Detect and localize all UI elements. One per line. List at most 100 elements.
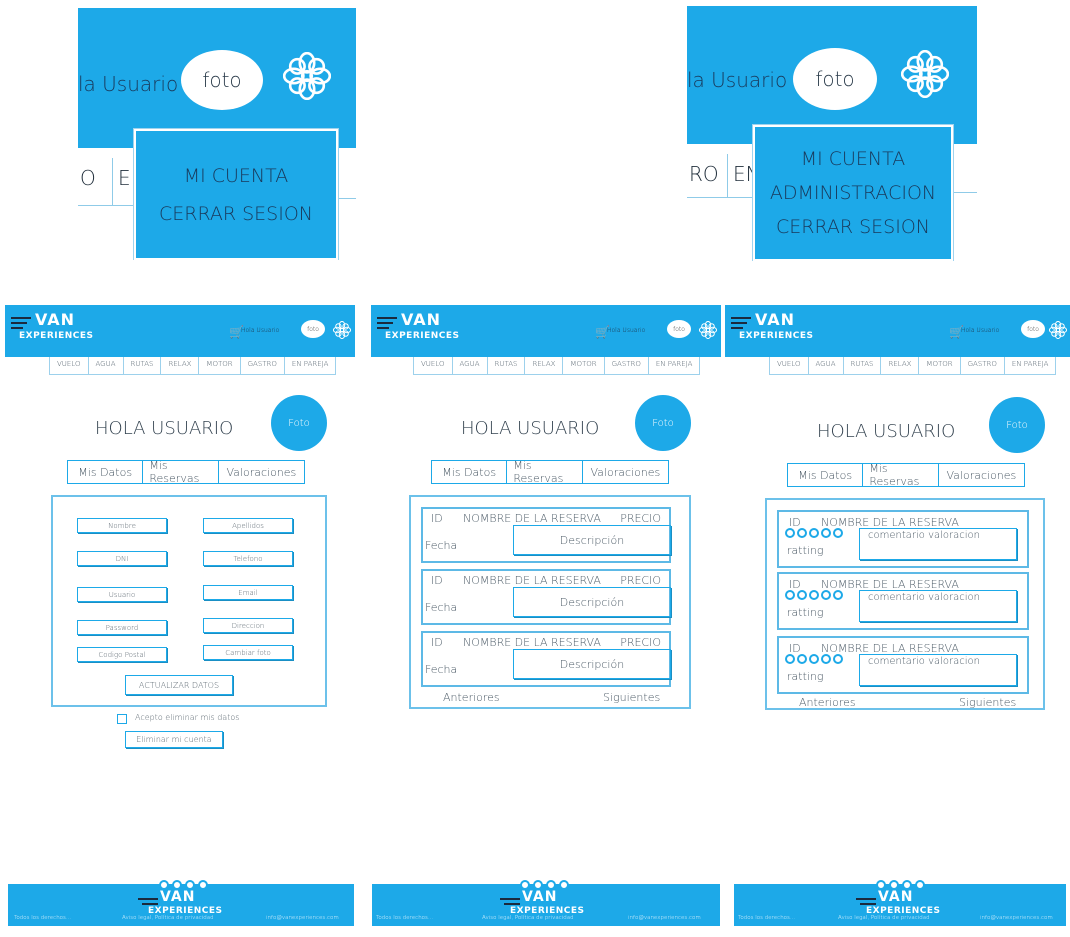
apellidos-field[interactable]: Apellidos <box>203 518 293 533</box>
nav-underline <box>949 192 977 193</box>
nav-item-fragment[interactable]: O <box>80 166 96 190</box>
reserva-card[interactable]: ID NOMBRE DE LA RESERVA PRECIO Fecha Des… <box>421 507 671 563</box>
direccion-field[interactable]: Direccion <box>203 618 293 633</box>
telefono-field[interactable]: Telefono <box>203 551 293 566</box>
comment-field[interactable]: comentario valoracion <box>859 590 1017 622</box>
comment-field[interactable]: comentario valoracion <box>859 654 1017 686</box>
logo[interactable]: VAN EXPERIENCES <box>731 310 841 347</box>
nav-item-relax[interactable]: RELAX <box>525 357 564 374</box>
tab-mis-datos[interactable]: Mis Datos <box>788 464 864 486</box>
avatar[interactable]: foto <box>667 320 691 338</box>
greeting-text: la Usuario <box>687 68 788 92</box>
tab-mis-reservas[interactable]: Mis Reservas <box>507 459 583 485</box>
nav-divider <box>112 158 113 206</box>
tab-valoraciones[interactable]: Valoraciones <box>219 461 304 483</box>
nav-item-relax[interactable]: RELAX <box>881 357 920 374</box>
profile-photo[interactable]: Foto <box>989 397 1045 453</box>
valoracion-card[interactable]: ID NOMBRE DE LA RESERVA ratting comentar… <box>777 510 1029 568</box>
logo-stripe <box>377 327 389 329</box>
footer-legal-link[interactable]: Aviso legal, Política de privacidad <box>838 915 930 921</box>
menu-item-mi-cuenta[interactable]: MI CUENTA <box>801 143 906 175</box>
nav-item-en-pareja[interactable]: EN PAREJA <box>285 357 337 374</box>
next-link[interactable]: Siguientes <box>603 691 660 704</box>
codigo-postal-field[interactable]: Codigo Postal <box>77 647 167 662</box>
user-dropdown-menu: MI CUENTA CERRAR SESION <box>134 129 338 260</box>
nav-item-en-pareja[interactable]: EN PAREJA <box>649 357 701 374</box>
flower-icon[interactable] <box>283 52 331 100</box>
nav-item-motor[interactable]: MOTOR <box>919 357 961 374</box>
logo[interactable]: VAN EXPERIENCES <box>11 310 121 347</box>
nav-item-rutas[interactable]: RUTAS <box>124 357 162 374</box>
comment-field[interactable]: comentario valoracion <box>859 528 1017 560</box>
avatar[interactable]: foto <box>181 50 263 110</box>
flower-icon[interactable] <box>333 321 351 339</box>
actualizar-datos-button[interactable]: ACTUALIZAR DATOS <box>125 675 233 695</box>
tab-valoraciones[interactable]: Valoraciones <box>583 461 668 483</box>
nav-item-en-pareja[interactable]: EN PAREJA <box>1005 357 1057 374</box>
footer-legal-link[interactable]: Aviso legal, Política de privacidad <box>122 915 214 921</box>
prev-link[interactable]: Anteriores <box>799 696 856 709</box>
valoracion-card[interactable]: ID NOMBRE DE LA RESERVA ratting comentar… <box>777 636 1029 694</box>
avatar[interactable]: foto <box>301 320 325 338</box>
nav-item-vuelo[interactable]: VUELO <box>769 357 809 374</box>
nav-item-vuelo[interactable]: VUELO <box>49 357 89 374</box>
footer-email-link[interactable]: info@vanexperiences.com <box>628 915 701 921</box>
site-footer: VAN EXPERIENCES Todos los derechos... Av… <box>734 880 1066 926</box>
rating-circles[interactable] <box>785 654 843 664</box>
menu-item-administracion[interactable]: ADMINISTRACION <box>770 177 936 209</box>
eliminar-cuenta-button[interactable]: Eliminar mi cuenta <box>125 731 223 748</box>
tab-mis-datos[interactable]: Mis Datos <box>432 461 508 483</box>
nav-item-agua[interactable]: AGUA <box>453 357 488 374</box>
nav-item-gastro[interactable]: GASTRO <box>241 357 285 374</box>
menu-item-cerrar-sesion[interactable]: CERRAR SESION <box>159 198 313 230</box>
tab-mis-datos[interactable]: Mis Datos <box>68 461 144 483</box>
rating-circles[interactable] <box>785 590 843 600</box>
dni-field[interactable]: DNI <box>77 551 167 566</box>
footer-legal-link[interactable]: Aviso legal, Política de privacidad <box>482 915 574 921</box>
valoracion-card[interactable]: ID NOMBRE DE LA RESERVA ratting comentar… <box>777 572 1029 630</box>
flower-icon[interactable] <box>1049 321 1067 339</box>
nav-item-fragment[interactable]: RO <box>689 162 719 186</box>
nav-item-vuelo[interactable]: VUELO <box>413 357 453 374</box>
footer-rights: Todos los derechos... <box>14 915 72 921</box>
rating-circles[interactable] <box>785 528 843 538</box>
prev-link[interactable]: Anteriores <box>443 691 500 704</box>
next-link[interactable]: Siguientes <box>959 696 1016 709</box>
nav-item-rutas[interactable]: RUTAS <box>844 357 882 374</box>
cambiar-foto-button[interactable]: Cambiar foto <box>203 645 293 660</box>
usuario-field[interactable]: Usuario <box>77 587 167 602</box>
profile-photo[interactable]: Foto <box>635 395 691 451</box>
footer-email-link[interactable]: info@vanexperiences.com <box>980 915 1053 921</box>
reserva-id: ID <box>431 574 443 587</box>
nav-item-motor[interactable]: MOTOR <box>563 357 605 374</box>
email-field[interactable]: Email <box>203 585 293 600</box>
nav-item-motor[interactable]: MOTOR <box>199 357 241 374</box>
flower-icon[interactable] <box>699 321 717 339</box>
password-field[interactable]: Password <box>77 620 167 635</box>
reserva-card[interactable]: ID NOMBRE DE LA RESERVA PRECIO Fecha Des… <box>421 569 671 625</box>
menu-item-cerrar-sesion[interactable]: CERRAR SESION <box>776 211 930 243</box>
logo-experiences: EXPERIENCES <box>19 331 94 341</box>
tab-mis-reservas[interactable]: Mis Reservas <box>143 459 219 485</box>
footer-logo-van: VAN <box>522 889 558 905</box>
profile-photo[interactable]: Foto <box>271 395 327 451</box>
nav-item-rutas[interactable]: RUTAS <box>488 357 526 374</box>
nombre-field[interactable]: Nombre <box>77 518 167 533</box>
avatar[interactable]: foto <box>793 48 877 110</box>
nav-item-gastro[interactable]: GASTRO <box>605 357 649 374</box>
accept-delete-checkbox[interactable] <box>117 714 127 724</box>
footer-email-link[interactable]: info@vanexperiences.com <box>266 915 339 921</box>
nav-item-relax[interactable]: RELAX <box>161 357 200 374</box>
menu-item-mi-cuenta[interactable]: MI CUENTA <box>184 160 289 192</box>
avatar[interactable]: foto <box>1021 320 1045 338</box>
nav-item-gastro[interactable]: GASTRO <box>961 357 1005 374</box>
nav-item-agua[interactable]: AGUA <box>89 357 124 374</box>
nav-item-agua[interactable]: AGUA <box>809 357 844 374</box>
tab-valoraciones[interactable]: Valoraciones <box>939 464 1024 486</box>
reserva-card[interactable]: ID NOMBRE DE LA RESERVA PRECIO Fecha Des… <box>421 631 671 687</box>
logo[interactable]: VAN EXPERIENCES <box>377 310 487 347</box>
flower-icon[interactable] <box>901 50 949 98</box>
datos-panel: Nombre Apellidos DNI Telefono Usuario Em… <box>51 495 327 707</box>
tab-mis-reservas[interactable]: Mis Reservas <box>863 462 939 488</box>
main-nav: VUELO AGUA RUTAS RELAX MOTOR GASTRO EN P… <box>769 357 1057 375</box>
